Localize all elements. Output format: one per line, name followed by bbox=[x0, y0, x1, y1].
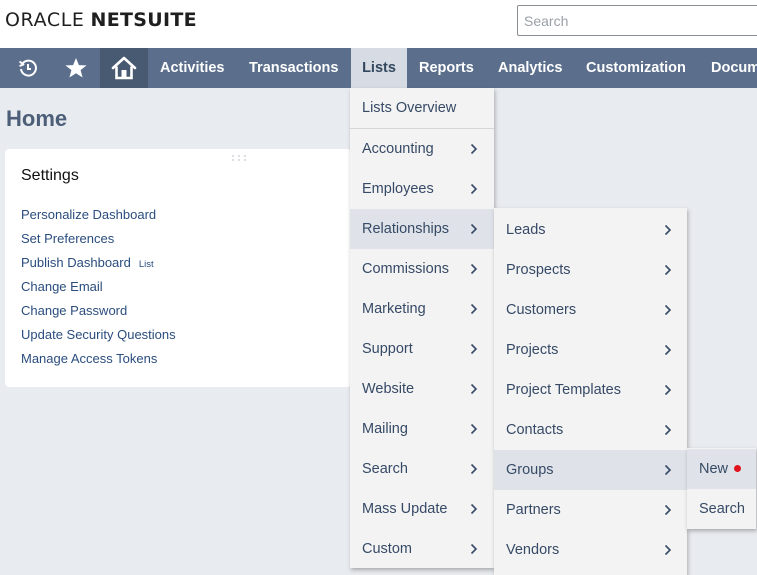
menu-item-label: Groups bbox=[506, 462, 554, 478]
update-security-questions-link[interactable]: Update Security Questions bbox=[21, 327, 176, 351]
set-preferences-link[interactable]: Set Preferences bbox=[21, 231, 176, 255]
new-indicator-dot bbox=[734, 464, 742, 472]
menu-item-label: Projects bbox=[506, 342, 559, 358]
global-search-input[interactable] bbox=[517, 5, 757, 36]
lists-menu: Lists Overview Accounting Employees Rela… bbox=[350, 88, 494, 568]
menu-item-group-search[interactable]: Search bbox=[687, 489, 756, 529]
relationships-submenu: Leads Prospects Customers Projects Proje… bbox=[494, 208, 687, 575]
nav-tab-reports[interactable]: Reports bbox=[407, 48, 486, 88]
nav-tab-customization[interactable]: Customization bbox=[574, 48, 698, 88]
menu-item-label: New bbox=[699, 461, 729, 477]
menu-item-customers[interactable]: Customers bbox=[494, 290, 687, 330]
home-icon[interactable] bbox=[100, 48, 148, 88]
menu-item-label: Search bbox=[362, 461, 408, 477]
chevron-right-icon bbox=[470, 543, 478, 555]
chevron-right-icon bbox=[664, 344, 672, 356]
menu-item-accounting[interactable]: Accounting bbox=[350, 129, 494, 169]
menu-item-label: Prospects bbox=[506, 262, 571, 278]
chevron-right-icon bbox=[470, 183, 478, 195]
menu-item-label: Mass Update bbox=[362, 501, 448, 517]
settings-title: Settings bbox=[21, 167, 79, 184]
menu-item-new[interactable]: New bbox=[687, 449, 756, 489]
logo-oracle-text: ORACLE bbox=[5, 9, 85, 31]
menu-item-label: Leads bbox=[506, 222, 546, 238]
menu-item-contacts[interactable]: Contacts bbox=[494, 410, 687, 450]
menu-item-mailing[interactable]: Mailing bbox=[350, 409, 494, 449]
chevron-right-icon bbox=[664, 304, 672, 316]
menu-item-project-templates[interactable]: Project Templates bbox=[494, 370, 687, 410]
settings-links: Personalize Dashboard Set Preferences Pu… bbox=[21, 207, 176, 375]
publish-dashboard-row: Publish Dashboard List bbox=[21, 255, 176, 279]
menu-item-marketing[interactable]: Marketing bbox=[350, 289, 494, 329]
nav-tab-transactions[interactable]: Transactions bbox=[237, 48, 350, 88]
menu-item-label: Commissions bbox=[362, 261, 450, 277]
menu-item-label: Customers bbox=[506, 302, 577, 318]
main-nav-bar: Activities Transactions Lists Reports An… bbox=[0, 48, 757, 88]
chevron-right-icon bbox=[470, 423, 478, 435]
menu-item-label: Custom bbox=[362, 541, 412, 557]
menu-item-label: Contacts bbox=[506, 422, 564, 438]
menu-item-custom[interactable]: Custom bbox=[350, 529, 494, 569]
oracle-netsuite-logo[interactable]: ORACLE NETSUITE bbox=[5, 9, 197, 31]
menu-item-relationships[interactable]: Relationships bbox=[350, 209, 494, 249]
chevron-right-icon bbox=[664, 384, 672, 396]
menu-item-groups[interactable]: Groups bbox=[494, 450, 687, 490]
publish-dashboard-list-link[interactable]: List bbox=[139, 259, 154, 270]
chevron-right-icon bbox=[470, 303, 478, 315]
change-password-link[interactable]: Change Password bbox=[21, 303, 176, 327]
top-header: ORACLE NETSUITE bbox=[0, 0, 757, 48]
nav-tab-analytics[interactable]: Analytics bbox=[486, 48, 574, 88]
publish-dashboard-link[interactable]: Publish Dashboard bbox=[21, 255, 131, 270]
menu-item-label: Marketing bbox=[362, 301, 426, 317]
chevron-right-icon bbox=[664, 264, 672, 276]
menu-item-label: Support bbox=[362, 341, 413, 357]
menu-item-label: Relationships bbox=[362, 221, 450, 237]
menu-item-commissions[interactable]: Commissions bbox=[350, 249, 494, 289]
groups-submenu: New Search bbox=[687, 448, 756, 529]
nav-tab-activities[interactable]: Activities bbox=[148, 48, 236, 88]
chevron-right-icon bbox=[664, 464, 672, 476]
chevron-right-icon bbox=[470, 223, 478, 235]
chevron-right-icon bbox=[470, 343, 478, 355]
chevron-right-icon bbox=[470, 383, 478, 395]
menu-item-prospects[interactable]: Prospects bbox=[494, 250, 687, 290]
menu-item-leads[interactable]: Leads bbox=[494, 210, 687, 250]
chevron-right-icon bbox=[470, 463, 478, 475]
chevron-right-icon bbox=[470, 263, 478, 275]
drag-handle-icon[interactable] bbox=[230, 154, 248, 162]
menu-item-projects[interactable]: Projects bbox=[494, 330, 687, 370]
logo-netsuite-text: NETSUITE bbox=[90, 9, 197, 31]
menu-item-website[interactable]: Website bbox=[350, 369, 494, 409]
menu-item-label: Partners bbox=[506, 502, 561, 518]
recent-records-icon[interactable] bbox=[8, 48, 48, 88]
menu-item-lists-overview[interactable]: Lists Overview bbox=[350, 88, 494, 128]
chevron-right-icon bbox=[664, 424, 672, 436]
chevron-right-icon bbox=[664, 504, 672, 516]
nav-tab-documents[interactable]: Docum bbox=[699, 48, 757, 88]
change-email-link[interactable]: Change Email bbox=[21, 279, 176, 303]
menu-item-label: Employees bbox=[362, 181, 434, 197]
menu-item-partners[interactable]: Partners bbox=[494, 490, 687, 530]
nav-tab-lists[interactable]: Lists bbox=[351, 48, 407, 88]
manage-access-tokens-link[interactable]: Manage Access Tokens bbox=[21, 351, 176, 375]
chevron-right-icon bbox=[664, 544, 672, 556]
chevron-right-icon bbox=[470, 503, 478, 515]
menu-item-employees[interactable]: Employees bbox=[350, 169, 494, 209]
menu-item-label: Website bbox=[362, 381, 415, 397]
menu-item-search[interactable]: Search bbox=[350, 449, 494, 489]
page-title: Home bbox=[6, 106, 68, 131]
menu-item-vendors[interactable]: Vendors bbox=[494, 530, 687, 570]
favorites-star-icon[interactable] bbox=[56, 48, 96, 88]
personalize-dashboard-link[interactable]: Personalize Dashboard bbox=[21, 207, 176, 231]
menu-item-support[interactable]: Support bbox=[350, 329, 494, 369]
chevron-right-icon bbox=[470, 143, 478, 155]
menu-item-mass-update[interactable]: Mass Update bbox=[350, 489, 494, 529]
menu-item-label: Project Templates bbox=[506, 382, 621, 398]
menu-item-label: Mailing bbox=[362, 421, 408, 437]
menu-item-label: Vendors bbox=[506, 542, 560, 558]
settings-portlet: Settings Personalize Dashboard Set Prefe… bbox=[5, 149, 351, 387]
chevron-right-icon bbox=[664, 224, 672, 236]
menu-item-label: Accounting bbox=[362, 141, 434, 157]
